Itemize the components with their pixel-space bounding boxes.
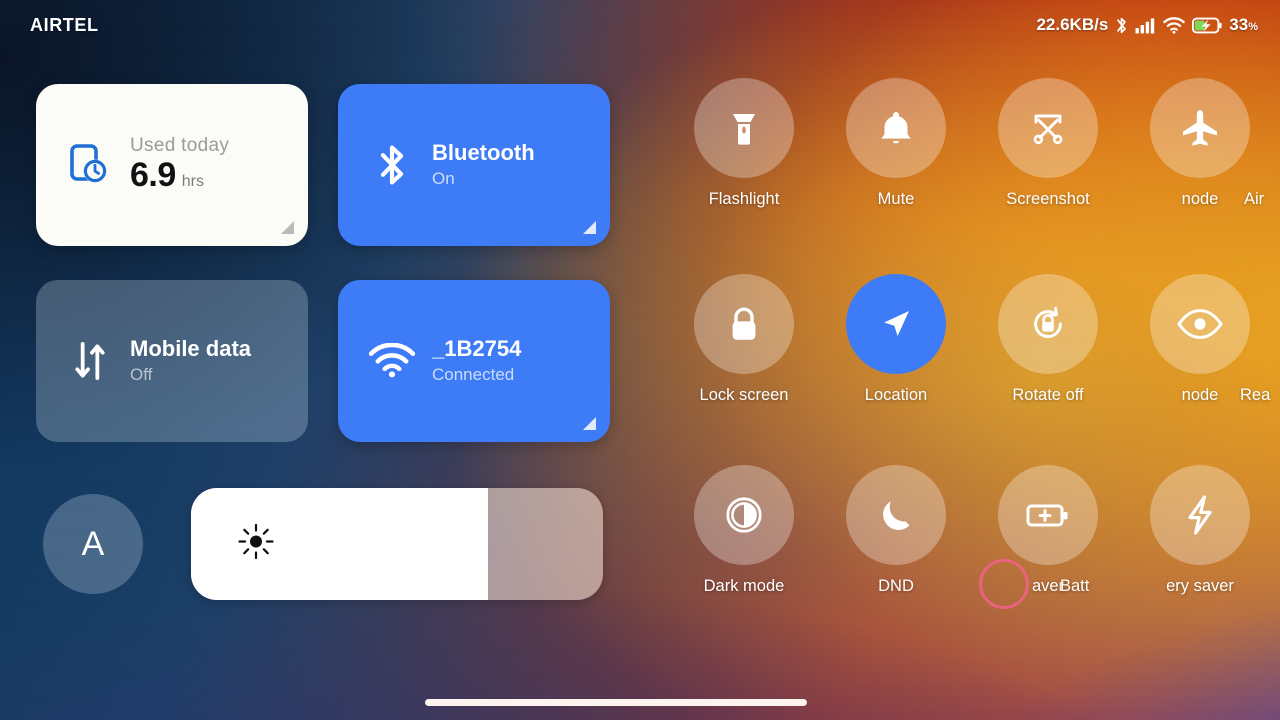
battery-plus-icon — [998, 465, 1098, 565]
contrast-circle-icon — [694, 465, 794, 565]
padlock-icon — [694, 274, 794, 374]
carrier-label: AIRTEL — [30, 14, 99, 35]
screen-time-title: Used today — [130, 134, 230, 156]
wifi-state: Connected — [432, 364, 515, 384]
toggle-label: Location — [864, 386, 928, 404]
screen-time-unit: hrs — [181, 173, 204, 191]
wifi-icon — [1163, 16, 1186, 34]
toggle-rotate[interactable]: Rotate off — [972, 274, 1124, 405]
brightness-slider-fill — [191, 488, 488, 600]
toggle-location[interactable]: Location — [820, 274, 972, 405]
sun-brightness-icon — [237, 523, 275, 566]
mobile-data-title: Mobile data — [130, 336, 252, 362]
toggle-label: DND — [878, 577, 914, 595]
status-bar-icons: 22.6KB/s 33% — [1036, 15, 1258, 35]
bluetooth-icon — [1117, 17, 1127, 33]
toggle-label: Screenshot — [1006, 190, 1090, 208]
tile-bluetooth[interactable]: Bluetooth On — [338, 84, 610, 246]
battery-percent-label: 33% — [1229, 15, 1258, 34]
airplane-icon — [1150, 78, 1250, 178]
mobile-data-state: Off — [130, 364, 153, 384]
toggle-flashlight[interactable]: Flashlight — [668, 78, 820, 209]
toggle-label-ghost: Rea — [1240, 386, 1271, 404]
location-arrow-icon — [846, 274, 946, 374]
network-speed-label: 22.6KB/s — [1036, 15, 1109, 34]
toggle-label: Mute — [877, 190, 915, 208]
toggle-label-ghost: Air — [1244, 190, 1265, 208]
brightness-slider[interactable] — [191, 488, 603, 600]
toggle-label: Flashlight — [708, 190, 780, 208]
cellular-signal-icon — [1135, 17, 1155, 33]
tile-screen-time[interactable]: Used today 6.9 hrs — [36, 84, 308, 246]
expand-corner-icon[interactable] — [583, 221, 596, 234]
bluetooth-title: Bluetooth — [432, 140, 535, 166]
auto-brightness-toggle[interactable]: A — [43, 494, 143, 594]
lightning-bolt-icon — [1150, 465, 1250, 565]
toggle-airplane-mode[interactable]: node Air — [1124, 78, 1276, 209]
toggle-dnd[interactable]: DND — [820, 465, 972, 596]
scissors-crop-icon — [998, 78, 1098, 178]
flashlight-icon — [694, 78, 794, 178]
battery-charging-icon — [1192, 17, 1222, 33]
eye-icon — [1150, 274, 1250, 374]
toggle-label: Rotate off — [1012, 386, 1084, 404]
toggle-label: node Rea — [1124, 386, 1276, 405]
home-indicator-bar[interactable] — [425, 699, 807, 706]
moon-icon — [846, 465, 946, 565]
tile-mobile-data[interactable]: Mobile data Off — [36, 280, 308, 442]
bluetooth-state: On — [432, 168, 455, 188]
toggle-lock-screen[interactable]: Lock screen — [668, 274, 820, 405]
screen-time-value: 6.9 — [130, 156, 176, 195]
data-transfer-icon — [64, 339, 116, 383]
rotation-lock-icon — [998, 274, 1098, 374]
toggle-label: node Air — [1124, 190, 1276, 209]
toggle-label-text: node — [1181, 386, 1219, 404]
tile-wifi[interactable]: _1B2754 Connected — [338, 280, 610, 442]
toggle-screenshot[interactable]: Screenshot — [972, 78, 1124, 209]
toggle-label: Dark mode — [703, 577, 785, 595]
expand-corner-icon[interactable] — [281, 221, 294, 234]
toggle-dark-mode[interactable]: Dark mode — [668, 465, 820, 596]
toggle-label: ery saver — [1166, 577, 1234, 595]
toggle-ultra-battery-saver[interactable]: ery saver — [1124, 465, 1276, 596]
toggle-reading-mode[interactable]: node Rea — [1124, 274, 1276, 405]
status-bar: AIRTEL 22.6KB/s 33% — [0, 0, 1280, 50]
bell-icon — [846, 78, 946, 178]
toggle-label: Lock screen — [699, 386, 789, 404]
auto-brightness-label: A — [81, 524, 105, 563]
screen-time-icon — [64, 142, 116, 188]
wifi-ssid: _1B2754 — [432, 336, 522, 362]
expand-corner-icon[interactable] — [583, 417, 596, 430]
toggle-mute[interactable]: Mute — [820, 78, 972, 209]
toggle-label-ghost: Batt — [1060, 577, 1090, 595]
quick-settings-grid: Flashlight Mute Screenshot node Air Lock… — [668, 78, 1280, 718]
wifi-icon — [366, 343, 418, 379]
toggle-label-text: node — [1181, 190, 1219, 208]
bluetooth-icon — [366, 143, 418, 187]
click-target-ring — [979, 559, 1029, 609]
